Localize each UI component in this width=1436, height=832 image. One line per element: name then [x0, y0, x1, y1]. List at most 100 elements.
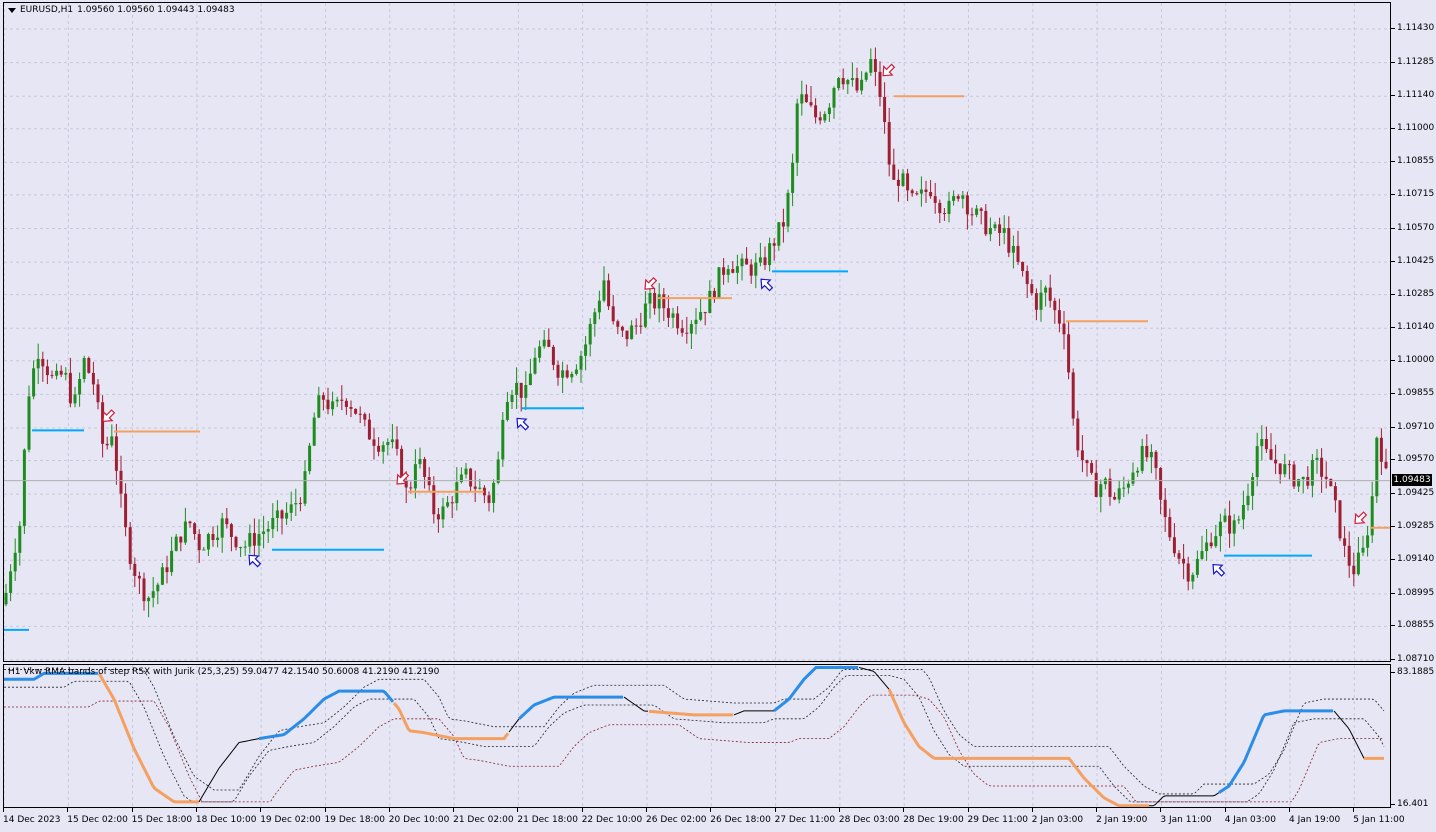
candle-body [501, 419, 505, 460]
candle-body [717, 267, 721, 298]
candle-body [1195, 558, 1199, 575]
candle-body [786, 192, 790, 227]
time-tick-label: 21 Dec 02:00 [453, 815, 514, 825]
candle-body [1274, 459, 1278, 464]
candle-body [1126, 483, 1130, 488]
candle-body [593, 312, 597, 324]
candle-body [487, 495, 491, 503]
time-tick-label: 2 Jan 03:00 [1031, 815, 1084, 825]
candle-body [1011, 245, 1015, 253]
candle-body [1145, 446, 1149, 458]
candle-body [354, 408, 358, 414]
current-price-marker: 1.09483 [1392, 473, 1432, 486]
candle-body [883, 96, 887, 123]
candle-body [9, 571, 13, 593]
candle-body [823, 114, 827, 121]
candle-body [1370, 496, 1374, 536]
candle-body [413, 464, 417, 489]
indicator-rsx-line [623, 696, 649, 712]
candle-body [1366, 535, 1370, 548]
candle-body [1278, 463, 1282, 475]
candle-body [1048, 287, 1052, 301]
candle-body [492, 482, 496, 503]
time-tick-label: 18 Dec 10:00 [195, 815, 257, 825]
candle-body [1232, 520, 1236, 534]
candle-body [469, 468, 473, 487]
candle-body [653, 293, 657, 309]
candle-body [1034, 293, 1038, 310]
price-tick-label: 1.09710 [1397, 422, 1435, 432]
candle-body [993, 224, 997, 229]
candle-body [988, 228, 992, 235]
candle-body [956, 196, 960, 199]
candle-body [1168, 517, 1172, 538]
candle-body [1117, 488, 1121, 500]
candle-body [1076, 418, 1080, 451]
candle-body [239, 547, 243, 549]
time-tick-label: 15 Dec 18:00 [131, 815, 193, 825]
indicator-axis: 83.1885 16.401 [1391, 664, 1436, 809]
candle-body [607, 280, 611, 307]
dropdown-triangle-icon[interactable] [8, 7, 16, 13]
time-tick-label: 20 Dec 10:00 [388, 815, 450, 825]
candle-body [36, 358, 40, 369]
price-tick-label: 1.10000 [1397, 354, 1435, 365]
candle-body [114, 436, 118, 471]
candle-body [436, 514, 440, 520]
indicator-top-value: 83.1885 [1397, 667, 1435, 677]
candle-body [326, 399, 330, 410]
candle-body [165, 567, 169, 573]
buy-arrow-icon [760, 278, 774, 292]
candle-body [13, 552, 17, 572]
candle-body [712, 290, 716, 298]
candle-body [533, 357, 537, 374]
sell-arrow-icon [882, 63, 896, 77]
candle-body [1292, 464, 1296, 487]
candle-body [418, 459, 422, 465]
candle-body [59, 370, 63, 375]
candle-body [961, 195, 965, 199]
buy-arrow-icon [1212, 563, 1226, 577]
price-tick-label: 1.08995 [1397, 587, 1435, 598]
candle-body [317, 395, 321, 418]
candle-body [574, 369, 578, 374]
candle-body [183, 521, 187, 543]
candle-body [970, 214, 974, 216]
candle-body [285, 512, 289, 519]
candle-body [740, 258, 744, 267]
candle-body [722, 267, 726, 275]
candle-body [1030, 284, 1034, 294]
candle-body [1090, 463, 1094, 473]
indicator-pane[interactable]: H1 Vkw RMA bands of step RSX with Jurik … [3, 664, 1391, 808]
candle-body [312, 417, 316, 446]
indicator-rsx-line [887, 688, 1149, 807]
candle-body [188, 521, 192, 524]
candle-body [685, 332, 689, 334]
candle-body [837, 78, 841, 89]
candle-body [952, 196, 956, 201]
candle-body [280, 510, 284, 519]
candle-body [975, 208, 979, 215]
candle-body [625, 330, 629, 340]
candle-body [45, 366, 49, 376]
signal-levels [4, 95, 1390, 631]
price-tick-label: 1.08710 [1397, 654, 1435, 664]
candle-body [87, 358, 91, 373]
candle-body [91, 372, 95, 385]
candle-body [538, 346, 542, 358]
candle-body [363, 414, 367, 420]
candle-body [887, 122, 891, 165]
time-axis: 14 Dec 2023 15 Dec 02:00 15 Dec 18:00 18 De… [0, 808, 1436, 832]
price-chart-pane[interactable]: EURUSD,H1 1.09560 1.09560 1.09443 1.0948… [3, 2, 1391, 662]
candlestick-chart [4, 3, 1390, 661]
indicator-title: H1 Vkw RMA bands of step RSX with Jurik … [8, 667, 440, 677]
candle-body [657, 294, 661, 309]
candle-body [869, 59, 873, 73]
candle-body [1329, 478, 1333, 487]
candle-body [1172, 537, 1176, 554]
candle-body [27, 396, 31, 450]
candle-body [841, 78, 845, 85]
time-tick-label: 2 Jan 19:00 [1096, 815, 1148, 825]
candle-body [473, 486, 477, 489]
time-tick-label: 26 Dec 18:00 [710, 815, 771, 825]
